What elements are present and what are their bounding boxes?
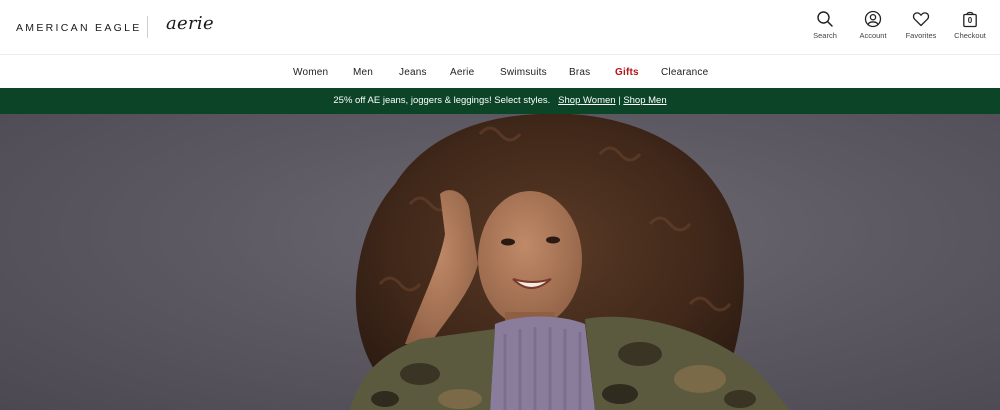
nav-item-gifts[interactable]: Gifts	[615, 67, 639, 78]
hero-image	[350, 114, 790, 410]
bag-count-badge: 0	[967, 16, 973, 25]
account-button[interactable]: Account	[848, 10, 898, 40]
brand-divider	[147, 16, 148, 38]
search-icon	[817, 11, 833, 27]
promo-separator: |	[618, 95, 621, 106]
checkout-label: Checkout	[954, 31, 986, 40]
main-nav: Women Men Jeans Aerie Swimsuits Bras Gif…	[0, 56, 1000, 88]
aerie-logo[interactable]: aerie	[166, 13, 214, 34]
left-eye	[501, 238, 515, 246]
nav-item-men[interactable]: Men	[353, 67, 373, 78]
right-eye	[546, 236, 560, 244]
heart-icon	[912, 12, 930, 27]
hero-banner[interactable]	[0, 114, 1000, 410]
shop-men-link[interactable]: Shop Men	[623, 95, 666, 106]
nav-item-bras[interactable]: Bras	[569, 67, 590, 78]
promo-banner: 25% off AE jeans, joggers & leggings! Se…	[0, 88, 1000, 114]
site-header: AMERICAN EAGLE aerie Search Account Favo…	[0, 0, 1000, 55]
search-button[interactable]: Search	[800, 10, 850, 40]
nav-item-aerie[interactable]: Aerie	[450, 67, 474, 78]
checkout-button[interactable]: 0 Checkout	[945, 10, 995, 40]
favorites-label: Favorites	[905, 31, 937, 40]
search-label: Search	[813, 31, 837, 40]
shop-women-link[interactable]: Shop Women	[558, 95, 615, 106]
account-label: Account	[859, 31, 887, 40]
face-shape	[478, 191, 582, 327]
nav-item-women[interactable]: Women	[293, 67, 328, 78]
account-icon	[864, 10, 882, 28]
nav-item-swimsuits[interactable]: Swimsuits	[500, 67, 547, 78]
nav-item-clearance[interactable]: Clearance	[661, 67, 708, 78]
american-eagle-logo[interactable]: AMERICAN EAGLE	[16, 22, 142, 34]
promo-text: 25% off AE jeans, joggers & leggings! Se…	[333, 95, 551, 106]
nav-item-jeans[interactable]: Jeans	[399, 67, 427, 78]
favorites-button[interactable]: Favorites	[896, 10, 946, 40]
